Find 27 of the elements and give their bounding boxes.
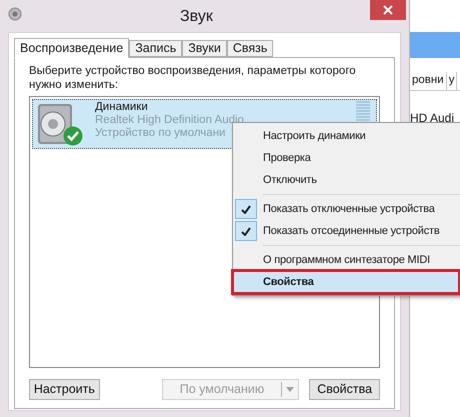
tab[interactable]: Запись (129, 40, 182, 57)
window-title: Звук (180, 7, 213, 27)
dropdown-arrow-icon (286, 387, 294, 392)
device-status: Устройство по умолчани (95, 127, 226, 140)
background-tab[interactable]: у (446, 72, 458, 90)
properties-button[interactable]: Свойства (309, 379, 380, 400)
background-text: HD Audi (410, 110, 456, 127)
tab[interactable]: Связь (226, 40, 274, 57)
checkmark-icon (241, 226, 251, 236)
level-meter-icon (356, 101, 370, 121)
menu-item[interactable]: Отключить (233, 169, 460, 191)
tab[interactable]: Воспроизведение (14, 38, 130, 58)
tab[interactable]: Звуки (182, 40, 227, 57)
menu-item[interactable]: Свойства (233, 271, 459, 293)
device-name: Динамики (95, 101, 149, 114)
configure-button[interactable]: Настроить (29, 379, 100, 400)
background-title-bar (410, 32, 460, 58)
menu-item[interactable]: Показать отключенные устройства (233, 198, 460, 220)
menu-item[interactable]: Показать отсоединенные устройств (233, 220, 460, 242)
instruction-text: Выберите устройство воспроизведения, параметры которого нужно изменить: (29, 64, 357, 92)
check-badge-icon (63, 126, 83, 146)
close-button[interactable] (370, 0, 406, 20)
menu-item[interactable]: Проверка (233, 147, 460, 169)
close-icon (383, 5, 393, 15)
default-split-button: По умолчанию (162, 379, 300, 400)
menu-item[interactable]: О программном синтезаторе MIDI (233, 249, 460, 271)
checkmark-icon (241, 204, 251, 214)
